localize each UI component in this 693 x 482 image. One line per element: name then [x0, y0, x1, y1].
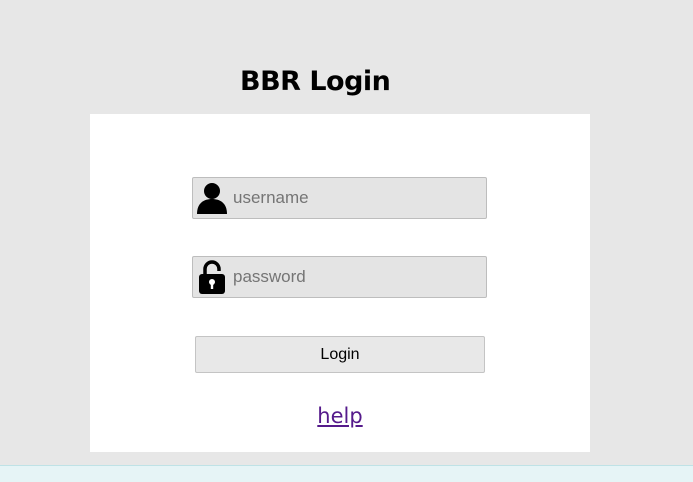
password-field[interactable] — [192, 256, 487, 298]
username-input[interactable] — [231, 179, 481, 217]
login-button[interactable]: Login — [195, 336, 485, 373]
bottom-strip — [0, 465, 693, 482]
password-input[interactable] — [231, 258, 481, 296]
help-link[interactable]: help — [90, 404, 590, 428]
padlock-icon — [193, 257, 231, 297]
username-field[interactable] — [192, 177, 487, 219]
login-page: BBR Login Login help — [0, 0, 693, 482]
login-card: Login help — [90, 114, 590, 452]
user-icon — [193, 178, 231, 218]
page-title: BBR Login — [240, 66, 391, 97]
